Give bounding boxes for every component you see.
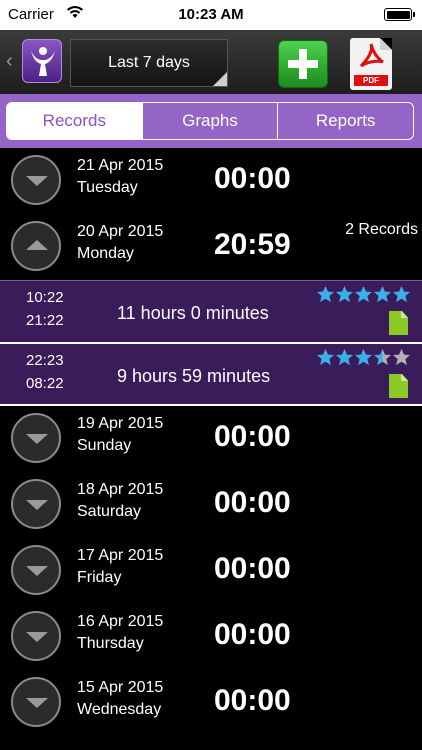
tab-bar: Records Graphs Reports — [0, 94, 422, 148]
star-icon — [316, 348, 335, 366]
day-date: 19 Apr 2015 — [77, 415, 164, 432]
star-icon — [335, 285, 354, 303]
record-row[interactable]: 10:22 21:22 11 hours 0 minutes — [0, 280, 422, 342]
top-toolbar: ‹ Last 7 days PDF — [0, 30, 422, 94]
note-document-icon[interactable] — [389, 374, 408, 398]
record-duration: 11 hours 0 minutes — [117, 303, 269, 323]
record-count: 2 Records — [345, 221, 418, 238]
day-row[interactable]: 21 Apr 2015 Tuesday 00:00 — [0, 148, 422, 214]
day-row[interactable]: 17 Apr 2015 Friday 00:00 — [0, 538, 422, 604]
date-range-selector[interactable]: Last 7 days — [70, 39, 228, 87]
day-total: 00:00 — [214, 486, 291, 519]
expand-button[interactable] — [11, 677, 61, 727]
chevron-down-icon — [26, 500, 48, 510]
record-start-time: 22:23 — [26, 352, 64, 369]
star-rating — [316, 348, 411, 367]
chevron-down-icon — [26, 176, 48, 186]
star-rating — [316, 285, 411, 304]
dropdown-corner-icon — [213, 72, 227, 86]
star-icon — [354, 348, 373, 366]
star-icon — [316, 285, 335, 303]
record-duration: 9 hours 59 minutes — [117, 366, 271, 386]
day-row[interactable]: 19 Apr 2015 Sunday 00:00 — [0, 406, 422, 472]
star-icon — [335, 348, 354, 366]
day-row[interactable]: 15 Apr 2015 Wednesday 00:00 — [0, 670, 422, 736]
segmented-control: Records Graphs Reports — [6, 102, 414, 140]
expand-button[interactable] — [11, 479, 61, 529]
app-logo-icon[interactable] — [22, 39, 62, 83]
day-weekday: Tuesday — [77, 179, 138, 196]
chevron-down-icon — [26, 698, 48, 708]
battery-icon — [384, 8, 415, 21]
day-row[interactable]: 18 Apr 2015 Saturday 00:00 — [0, 472, 422, 538]
expand-button[interactable] — [11, 413, 61, 463]
day-date: 16 Apr 2015 — [77, 613, 164, 630]
day-date: 20 Apr 2015 — [77, 223, 164, 240]
day-weekday: Thursday — [77, 635, 144, 652]
day-date: 15 Apr 2015 — [77, 679, 164, 696]
status-time: 10:23 AM — [178, 6, 244, 23]
day-total: 00:00 — [214, 684, 291, 717]
tab-graphs[interactable]: Graphs — [141, 103, 278, 139]
day-row[interactable]: 16 Apr 2015 Thursday 00:00 — [0, 604, 422, 670]
star-icon — [373, 348, 392, 366]
note-document-icon[interactable] — [389, 311, 408, 335]
records-list: 21 Apr 2015 Tuesday 00:00 20 Apr 2015 Mo… — [0, 148, 422, 736]
add-record-button[interactable] — [278, 40, 328, 88]
star-icon — [373, 285, 392, 303]
chevron-down-icon — [26, 434, 48, 444]
pdf-tag: PDF — [354, 75, 388, 86]
day-total: 00:00 — [214, 552, 291, 585]
record-row[interactable]: 22:23 08:22 9 hours 59 minutes — [0, 342, 422, 406]
day-row[interactable]: 20 Apr 2015 Monday 20:59 2 Records — [0, 214, 422, 280]
collapse-button[interactable] — [11, 221, 61, 271]
tab-reports[interactable]: Reports — [277, 103, 413, 139]
day-date: 18 Apr 2015 — [77, 481, 164, 498]
chevron-down-icon — [26, 632, 48, 642]
day-weekday: Monday — [77, 245, 134, 262]
expand-button[interactable] — [11, 155, 61, 205]
export-pdf-button[interactable]: PDF — [350, 38, 392, 90]
day-weekday: Wednesday — [77, 701, 162, 718]
day-weekday: Sunday — [77, 437, 132, 454]
day-date: 21 Apr 2015 — [77, 157, 164, 174]
day-date: 17 Apr 2015 — [77, 547, 164, 564]
day-total: 00:00 — [214, 162, 291, 195]
star-icon — [392, 285, 411, 303]
pdf-icon — [359, 43, 384, 68]
chevron-down-icon — [26, 566, 48, 576]
day-total: 00:00 — [214, 420, 291, 453]
status-bar: Carrier 10:23 AM — [0, 0, 422, 30]
day-weekday: Friday — [77, 569, 122, 586]
star-icon — [354, 285, 373, 303]
chevron-up-icon — [26, 240, 48, 250]
record-end-time: 21:22 — [26, 312, 64, 329]
date-range-label: Last 7 days — [108, 54, 190, 71]
day-weekday: Saturday — [77, 503, 142, 520]
day-total: 20:59 — [214, 228, 291, 261]
record-end-time: 08:22 — [26, 375, 64, 392]
expand-button[interactable] — [11, 545, 61, 595]
back-chevron-icon[interactable]: ‹ — [6, 50, 13, 73]
tab-records[interactable]: Records — [7, 103, 142, 139]
day-total: 00:00 — [214, 618, 291, 651]
record-start-time: 10:22 — [26, 289, 64, 306]
expand-button[interactable] — [11, 611, 61, 661]
star-icon — [392, 348, 411, 366]
